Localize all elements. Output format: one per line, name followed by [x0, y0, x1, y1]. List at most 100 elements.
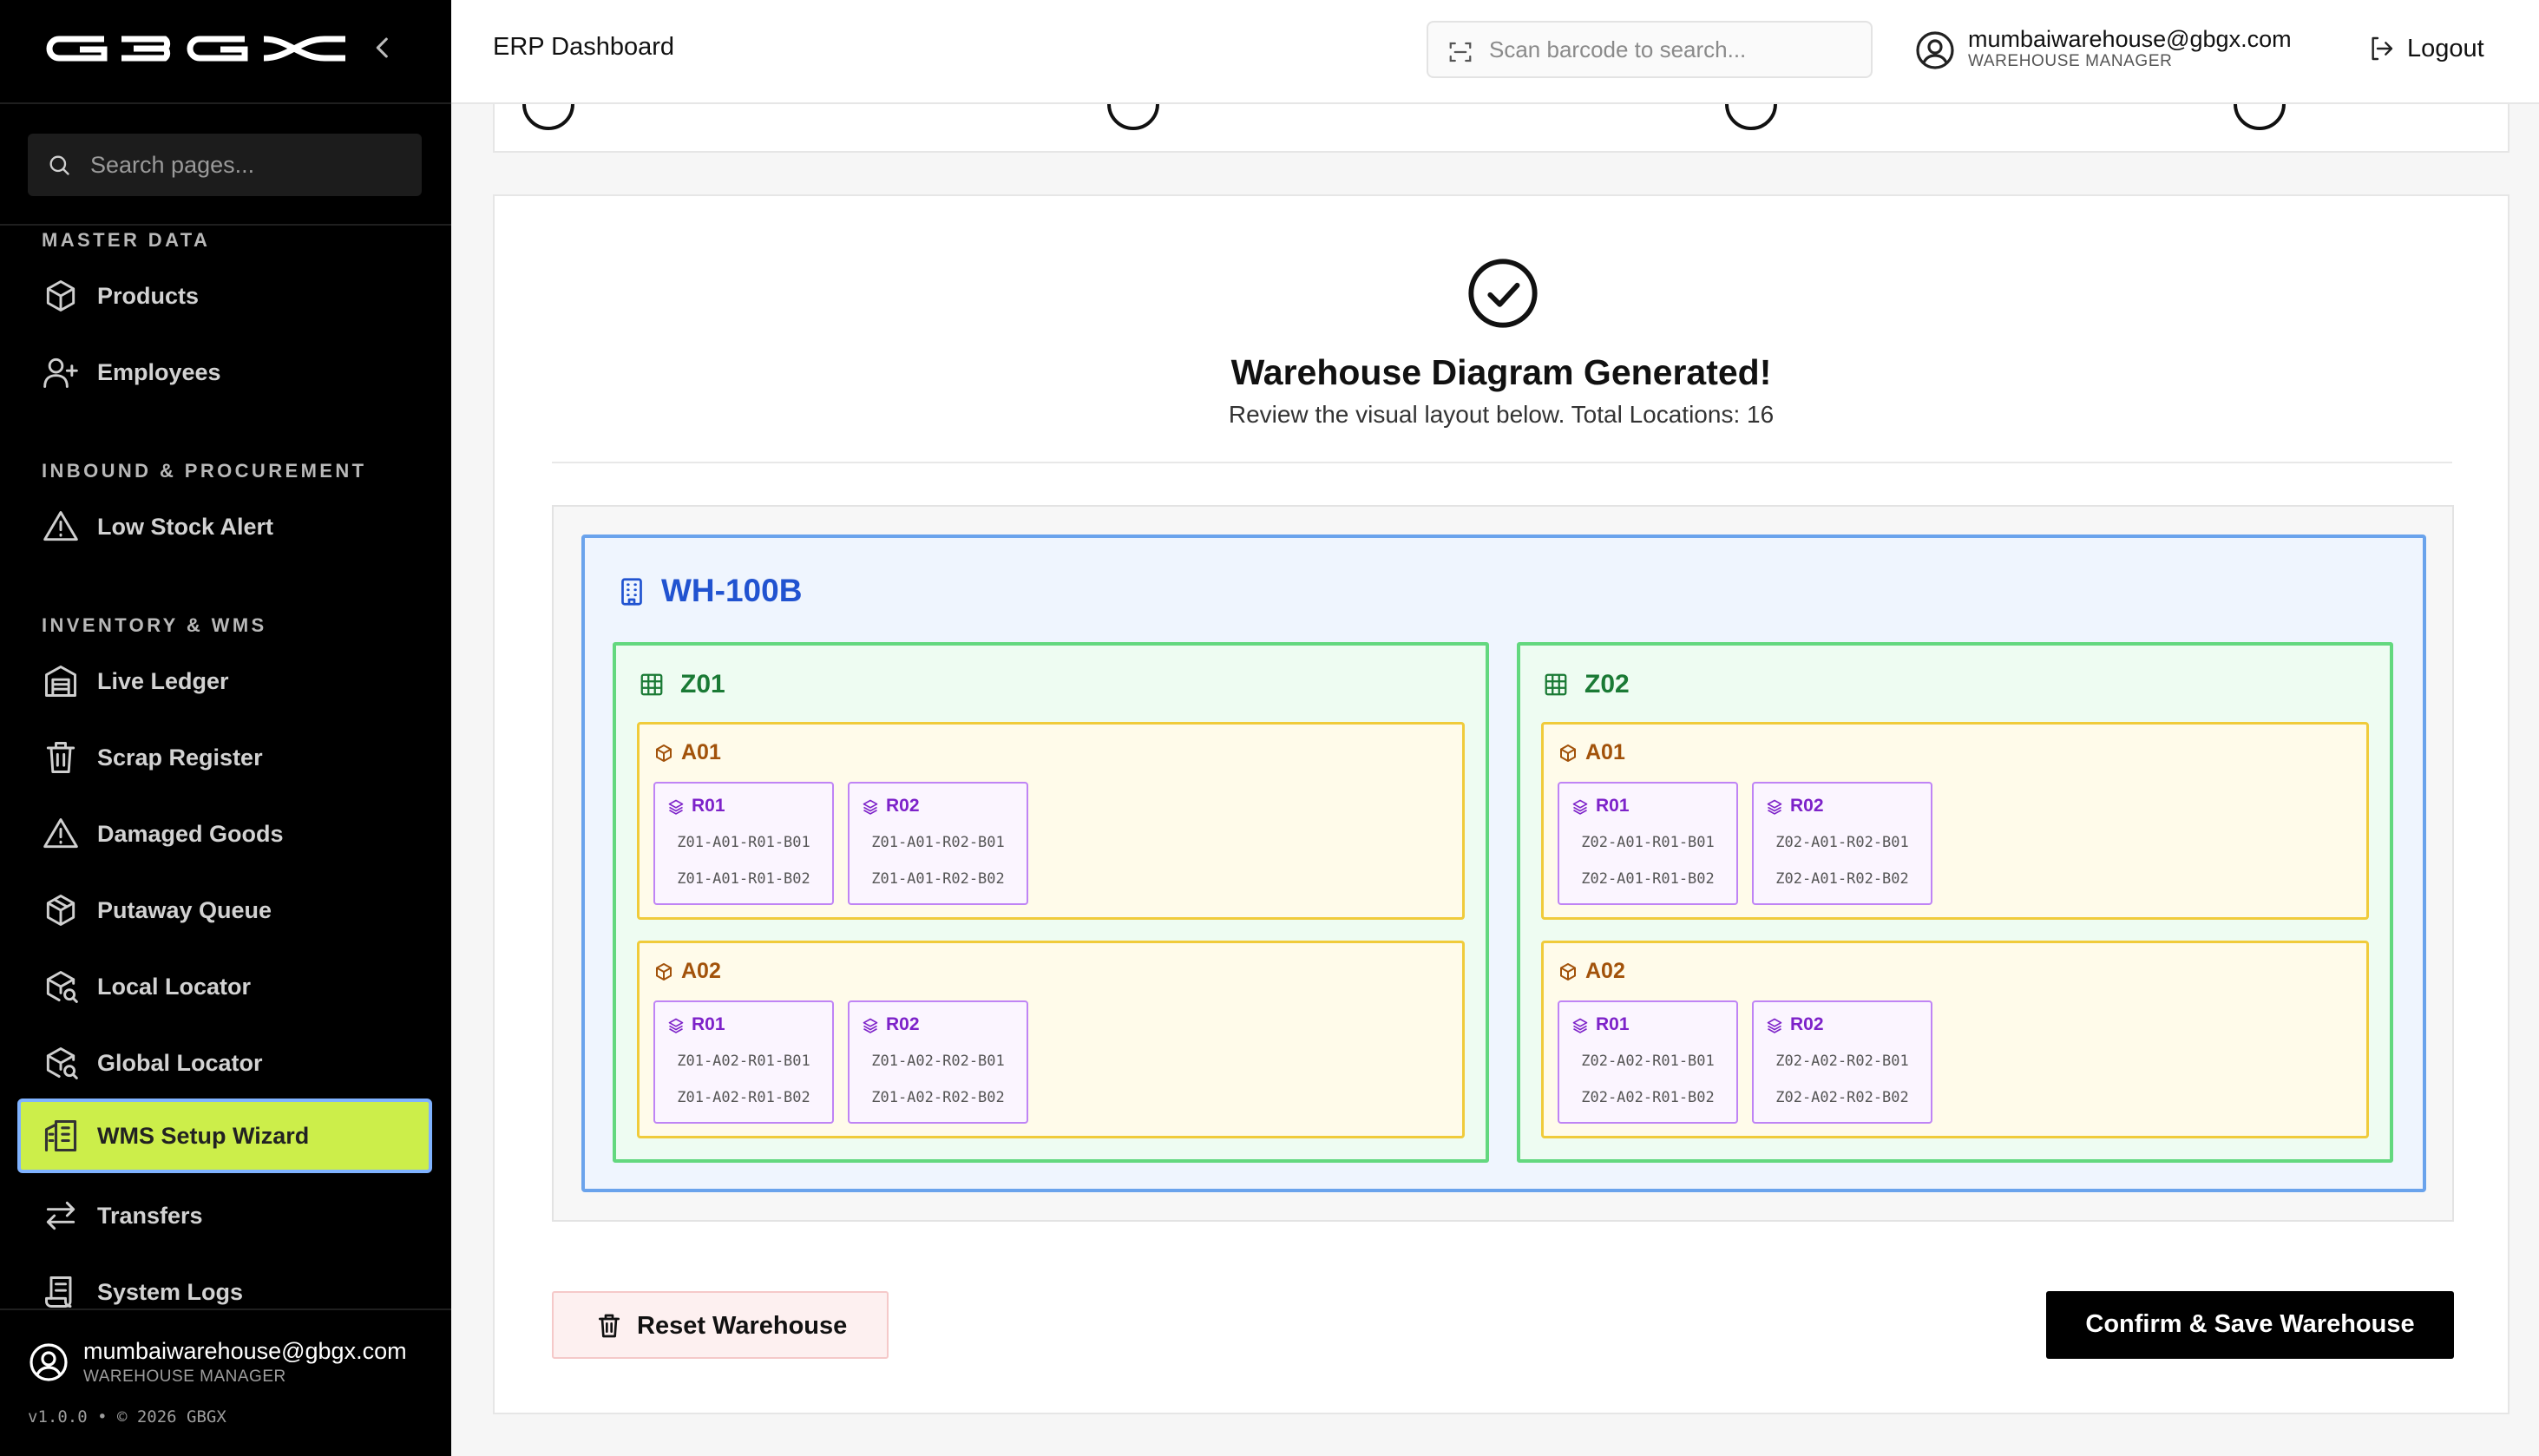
bin-location: Z02-A02-R02-B02 [1775, 1089, 1909, 1106]
trash-icon [46, 742, 75, 773]
package-search-icon [46, 1047, 78, 1079]
box-icon [1560, 963, 1576, 981]
logout-label: Logout [2407, 35, 2484, 62]
bin-location: Z01-A02-R02-B01 [871, 1053, 1005, 1070]
divider [552, 462, 2452, 463]
user-circle-icon [1916, 31, 1954, 69]
header-user-email: mumbaiwarehouse@gbgx.com [1968, 26, 2292, 52]
bin-location: Z02-A02-R01-B01 [1581, 1053, 1715, 1070]
sidebar-item-damaged-goods[interactable]: Damaged Goods [17, 797, 432, 871]
rack-box: R02 Z02-A02-R02-B01 Z02-A02-R02-B02 [1752, 1000, 1932, 1124]
sidebar-item-scrap-register[interactable]: Scrap Register [17, 720, 432, 795]
wizard-result-card: Warehouse Diagram Generated! Review the … [493, 194, 2509, 1414]
grid-icon [1545, 673, 1567, 696]
sidebar-item-label: Products [97, 283, 200, 309]
zone-code: Z02 [1584, 670, 1630, 698]
layers-icon [1767, 799, 1782, 815]
aisle-box: A02 R01 Z02-A02-R01-B01 Z02-A02-R01-B02 [1541, 941, 2369, 1138]
step-indicator [1725, 104, 1777, 130]
building-icon [621, 578, 642, 606]
page-title: ERP Dashboard [493, 33, 675, 61]
alert-triangle-icon [43, 818, 78, 849]
sidebar-item-label: Scrap Register [97, 744, 263, 771]
layers-icon [863, 799, 878, 815]
sidebar-item-live-ledger[interactable]: Live Ledger [17, 644, 432, 718]
layers-icon [863, 1018, 878, 1033]
logout-icon [2372, 36, 2393, 61]
aisle-code: A01 [681, 740, 721, 764]
sidebar-item-low-stock-alert[interactable]: Low Stock Alert [17, 489, 432, 564]
box-icon [656, 744, 672, 762]
rack-code: R01 [1596, 796, 1630, 816]
aisle-box: A01 R01 Z01-A01-R01-B01 Z01-A01-R01-B02 [637, 722, 1465, 920]
sidebar-header [0, 0, 451, 104]
sidebar-user-role: WAREHOUSE MANAGER [83, 1367, 286, 1386]
trash-icon [599, 1314, 620, 1338]
sidebar-nav: MASTER DATA Products Employees INBOUND &… [0, 226, 451, 1308]
section-title-inventory: INVENTORY & WMS [42, 614, 267, 636]
check-circle-icon [1468, 259, 1538, 328]
rack-box: R02 Z01-A01-R02-B01 Z01-A01-R02-B02 [848, 782, 1028, 905]
sidebar-item-putaway-queue[interactable]: Putaway Queue [17, 873, 432, 948]
step-indicator [522, 104, 574, 130]
confirm-save-warehouse-button[interactable]: Confirm & Save Warehouse [2046, 1291, 2454, 1359]
bin-location: Z02-A01-R02-B02 [1775, 870, 1909, 888]
box-icon [1560, 744, 1576, 762]
sidebar-item-wms-setup-wizard[interactable]: WMS Setup Wizard [17, 1099, 432, 1173]
warehouse-code: WH-100B [661, 573, 803, 608]
scan-barcode-icon [1449, 42, 1472, 62]
bin-location: Z01-A01-R01-B01 [677, 834, 810, 851]
aisle-box: A02 R01 Z01-A02-R01-B01 Z01-A02-R01-B02 [637, 941, 1465, 1138]
barcode-search-box[interactable] [1427, 21, 1873, 78]
bin-location: Z01-A02-R01-B01 [677, 1053, 810, 1070]
rack-box: R01 Z01-A02-R01-B01 Z01-A02-R01-B02 [653, 1000, 834, 1124]
sidebar-item-label: Global Locator [97, 1050, 263, 1076]
layers-icon [668, 799, 684, 815]
sidebar-item-global-locator[interactable]: Global Locator [17, 1026, 432, 1100]
collapse-sidebar-icon[interactable] [368, 33, 397, 62]
package-icon [46, 895, 75, 926]
grid-icon [640, 673, 663, 696]
bin-location: Z01-A02-R01-B02 [677, 1089, 810, 1106]
rack-box: R01 Z02-A02-R01-B01 Z02-A02-R01-B02 [1558, 1000, 1738, 1124]
layers-icon [668, 1018, 684, 1033]
bin-location: Z02-A02-R02-B01 [1775, 1053, 1909, 1070]
sidebar-item-label: System Logs [97, 1279, 244, 1305]
bin-location: Z02-A01-R02-B01 [1775, 834, 1909, 851]
alert-triangle-icon [43, 511, 78, 541]
barcode-search-input[interactable] [1489, 23, 1862, 76]
reset-warehouse-button[interactable]: Reset Warehouse [552, 1291, 889, 1359]
page-search-input[interactable] [90, 134, 411, 196]
sidebar-item-system-logs[interactable]: System Logs [17, 1255, 432, 1308]
rack-box: R01 Z02-A01-R01-B01 Z02-A01-R01-B02 [1558, 782, 1738, 905]
aisle-box: A01 R01 Z02-A01-R01-B01 Z02-A01-R01-B02 [1541, 722, 2369, 920]
rack-code: R01 [692, 1014, 725, 1034]
step-indicator [2234, 104, 2286, 130]
layers-icon [1572, 1018, 1588, 1033]
warehouse-icon [45, 666, 76, 697]
sidebar-item-local-locator[interactable]: Local Locator [17, 949, 432, 1024]
bin-location: Z01-A01-R02-B01 [871, 834, 1005, 851]
sidebar-item-transfers[interactable]: Transfers [17, 1178, 432, 1253]
sidebar-item-employees[interactable]: Employees [17, 335, 432, 410]
warehouse-diagram: WH-100B Z01 A01 R01 Z01-A01-R01-B01 Z01-… [552, 505, 2454, 1222]
rack-box: R02 Z01-A02-R02-B01 Z01-A02-R02-B02 [848, 1000, 1028, 1124]
rack-code: R02 [1790, 796, 1824, 816]
sidebar-item-label: Local Locator [97, 974, 252, 1000]
confirm-save-label: Confirm & Save Warehouse [2085, 1310, 2415, 1338]
box-icon [656, 963, 672, 981]
aisle-code: A02 [1585, 959, 1625, 983]
sidebar-item-products[interactable]: Products [17, 259, 432, 333]
sidebar-item-label: Damaged Goods [97, 821, 284, 847]
building-icon [44, 1119, 77, 1152]
arrows-left-right-icon [46, 1201, 75, 1230]
sidebar-user-email: mumbaiwarehouse@gbgx.com [83, 1338, 407, 1364]
rack-box: R01 Z01-A01-R01-B01 Z01-A01-R01-B02 [653, 782, 834, 905]
sidebar: MASTER DATA Products Employees INBOUND &… [0, 0, 451, 1456]
section-title-master-data: MASTER DATA [42, 229, 211, 251]
top-header: ERP Dashboard mumbaiwarehouse@gbgx.com W… [451, 0, 2539, 104]
page-search-box[interactable] [28, 134, 422, 196]
version-text: v1.0.0 • © 2026 GBGX [28, 1407, 226, 1426]
sidebar-item-label: WMS Setup Wizard [97, 1123, 310, 1149]
package-search-icon [46, 971, 78, 1003]
